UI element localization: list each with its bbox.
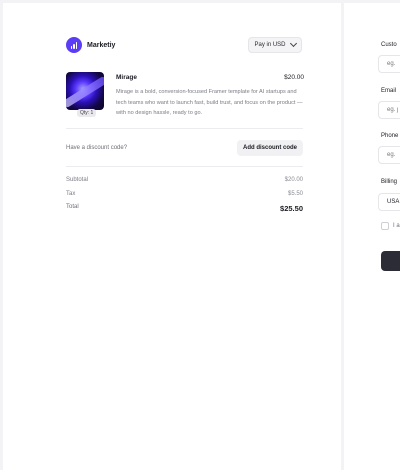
- tax-label: Tax: [66, 191, 76, 197]
- email-input[interactable]: [378, 101, 400, 119]
- subtotal-label: Subtotal: [66, 177, 89, 183]
- tax-value: $5.50: [287, 191, 303, 197]
- total-label: Total: [66, 204, 79, 210]
- terms-label: I a: [393, 223, 400, 229]
- add-discount-code-button[interactable]: Add discount code: [237, 140, 303, 156]
- product-price: $20.00: [284, 74, 304, 81]
- brand-name: Marketiy: [87, 41, 116, 49]
- terms-checkbox[interactable]: [381, 222, 389, 230]
- phone-label: Phone: [381, 133, 399, 139]
- divider: [66, 128, 303, 129]
- pay-button[interactable]: [381, 251, 400, 271]
- billing-label: Billing: [381, 179, 398, 185]
- discount-question: Have a discount code?: [66, 145, 128, 151]
- total-value: $25.50: [280, 204, 303, 213]
- total-row: Total $25.50: [66, 204, 303, 213]
- billing-country-select[interactable]: USA: [378, 193, 400, 211]
- currency-label: Pay in USD: [254, 42, 286, 48]
- email-label: Email: [381, 88, 397, 94]
- currency-selector[interactable]: Pay in USD: [248, 37, 302, 53]
- customer-label: Custo: [381, 42, 397, 48]
- tax-row: Tax $5.50: [66, 191, 303, 197]
- chevron-down-icon: [289, 39, 297, 48]
- product-description: Mirage is a bold, conversion-focused Fra…: [116, 89, 303, 116]
- phone-input[interactable]: [378, 146, 400, 164]
- subtotal-row: Subtotal $20.00: [66, 177, 303, 183]
- checkout-form-panel: [344, 3, 400, 470]
- brand: Marketiy: [66, 37, 115, 53]
- quantity-badge: Qty: 1: [77, 109, 97, 117]
- product-image: [66, 72, 104, 110]
- divider: [66, 166, 303, 167]
- subtotal-value: $20.00: [284, 177, 303, 183]
- customer-input[interactable]: [378, 55, 400, 73]
- brand-logo-icon: [66, 37, 82, 53]
- product-name: Mirage: [116, 74, 137, 81]
